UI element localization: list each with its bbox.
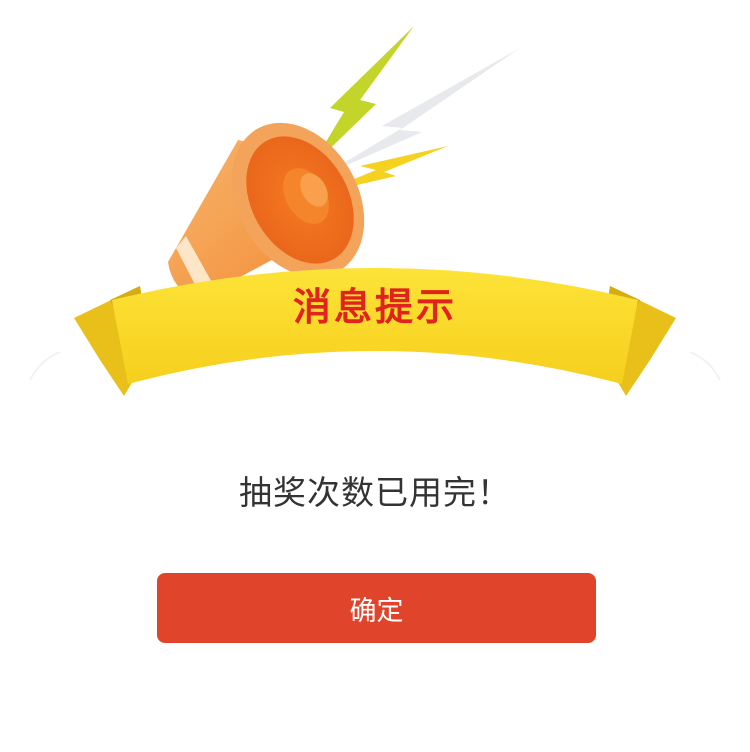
dialog-message: 抽奖次数已用完！ (239, 473, 511, 512)
confirm-button[interactable]: 确定 (157, 573, 596, 643)
dialog-title: 消息提示 (292, 285, 457, 329)
message-dialog: 消息提示 抽奖次数已用完！ 确定 (0, 0, 750, 752)
dialog-header-art (29, 26, 721, 396)
